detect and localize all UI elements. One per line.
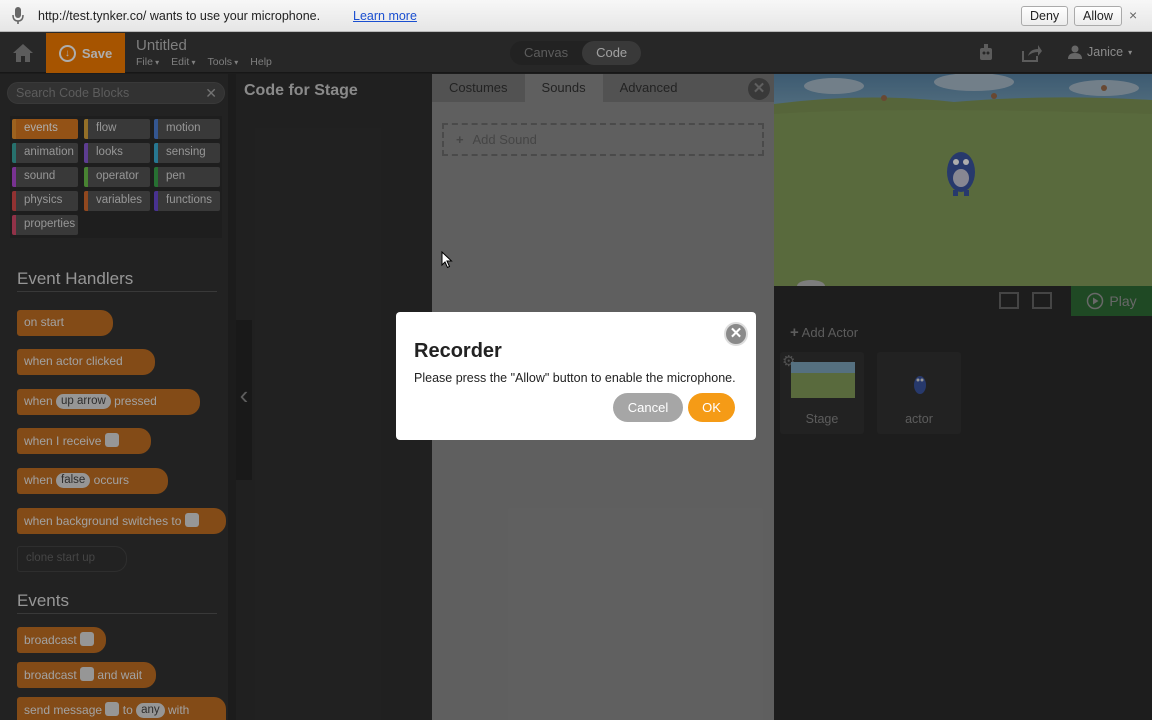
dialog-message: Please press the "Allow" button to enabl… <box>414 371 736 385</box>
allow-button[interactable]: Allow <box>1074 6 1122 26</box>
recorder-dialog: Recorder Please press the "Allow" button… <box>396 312 756 440</box>
dialog-title: Recorder <box>414 340 502 362</box>
ok-button[interactable]: OK <box>688 393 735 422</box>
deny-button[interactable]: Deny <box>1021 6 1069 26</box>
close-icon[interactable]: × <box>1129 7 1137 23</box>
microphone-permission-bar: http://test.tynker.co/ wants to use your… <box>0 0 1152 32</box>
mouse-cursor-icon <box>441 251 453 269</box>
cancel-button[interactable]: Cancel <box>613 393 683 422</box>
learn-more-link[interactable]: Learn more <box>353 9 417 23</box>
permission-message: http://test.tynker.co/ wants to use your… <box>38 9 321 23</box>
close-dialog-icon[interactable]: ✕ <box>724 322 748 346</box>
microphone-icon <box>12 7 24 24</box>
